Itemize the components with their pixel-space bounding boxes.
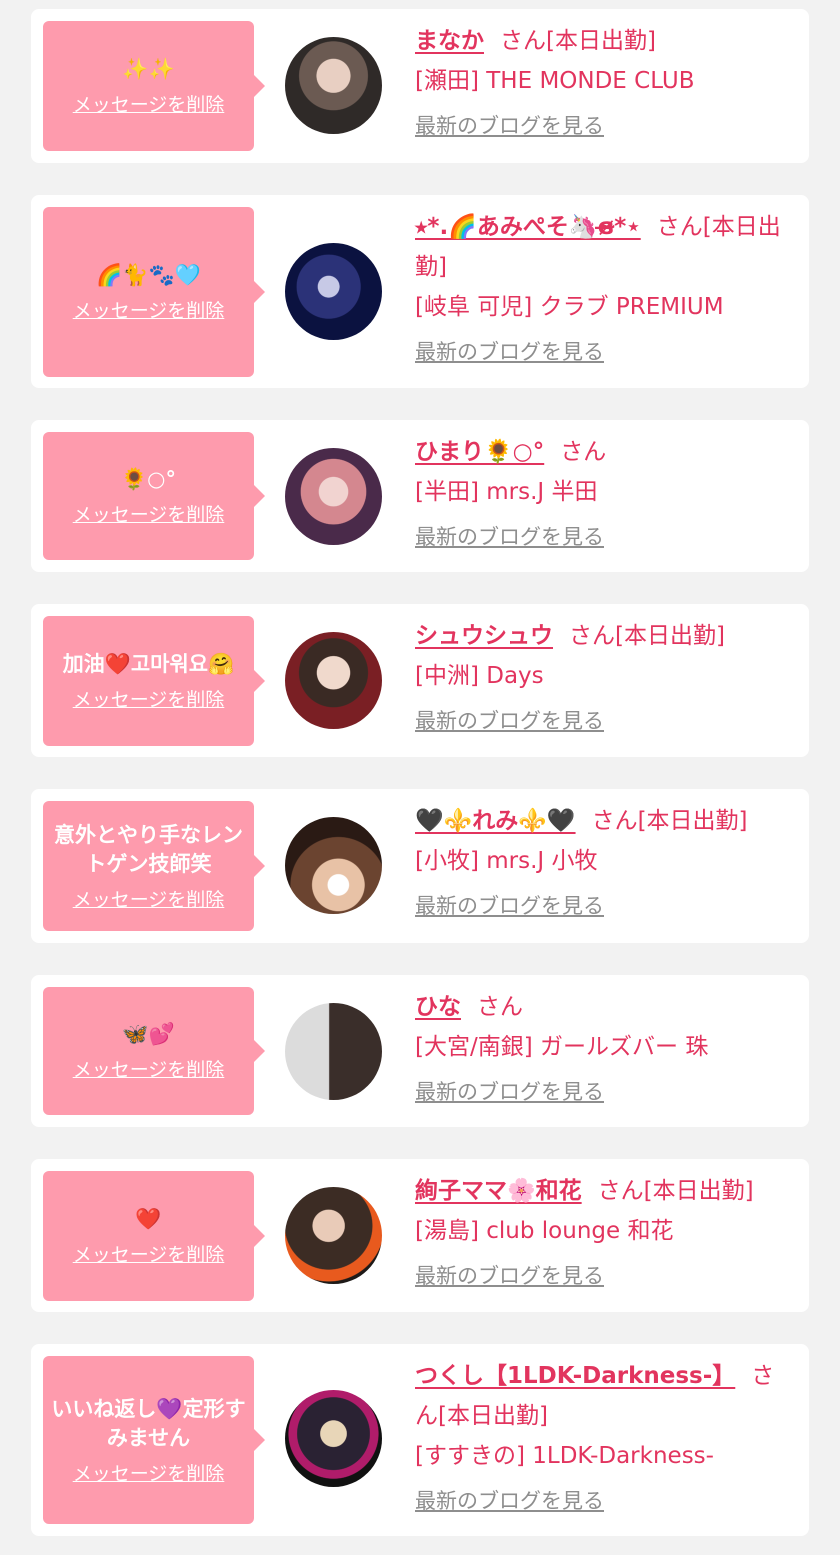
list-item: いいね返し💜定形すみません メッセージを削除 つくし【1LDK-Darkness… <box>31 1344 809 1536</box>
list-item: ❤️ メッセージを削除 絢子ママ🌸和花 さん[本日出勤] [湯島] club lo… <box>31 1159 809 1312</box>
latest-blog-link[interactable]: 最新のブログを見る <box>415 1259 604 1293</box>
delete-message-link[interactable]: メッセージを削除 <box>73 500 225 527</box>
message-text: いいね返し💜定形すみません <box>51 1396 246 1450</box>
latest-blog-link[interactable]: 最新のブログを見る <box>415 335 604 369</box>
status-badge: [本日出勤] <box>546 28 656 54</box>
delete-message-link[interactable]: メッセージを削除 <box>73 1055 225 1082</box>
latest-blog-link[interactable]: 最新のブログを見る <box>415 889 604 923</box>
status-badge: [本日出勤] <box>643 1178 754 1204</box>
honorific: さん <box>560 439 607 465</box>
shop-info: [中洲] Days <box>415 663 544 689</box>
honorific: さん <box>591 808 638 834</box>
cast-name-link[interactable]: ひまり🌻○° <box>415 439 544 465</box>
message-bubble: 意外とやり手なレントゲン技師笑 メッセージを削除 <box>43 801 265 931</box>
honorific: さん <box>569 623 615 649</box>
shop-info: [大宮/南銀] ガールズバー 珠 <box>415 1034 709 1060</box>
message-bubble: いいね返し💜定形すみません メッセージを削除 <box>43 1356 265 1524</box>
shop-info: [小牧] mrs.J 小牧 <box>415 848 598 874</box>
cast-name-link[interactable]: つくし【1LDK-Darkness-】 <box>415 1363 735 1389</box>
delete-message-link[interactable]: メッセージを削除 <box>73 885 225 912</box>
shop-info: [岐阜 可児] クラブ PREMIUM <box>415 294 724 320</box>
list-item: 意外とやり手なレントゲン技師笑 メッセージを削除 🖤⚜️れみ⚜️🖤 さん[本日出勤… <box>31 789 809 943</box>
avatar[interactable] <box>285 632 382 729</box>
cast-name-link[interactable]: 🖤⚜️れみ⚜️🖤 <box>415 808 576 834</box>
shop-info: [すすきの] 1LDK-Darkness- <box>415 1443 714 1469</box>
list-item: 加油❤️고마워요🤗 メッセージを削除 シュウシュウ さん[本日出勤] [中洲] D… <box>31 604 809 757</box>
message-text: 🌈🐈🐾🩵 <box>96 263 201 287</box>
message-text: ❤️ <box>135 1207 162 1231</box>
delete-message-link[interactable]: メッセージを削除 <box>73 90 225 117</box>
avatar[interactable] <box>285 37 382 134</box>
latest-blog-link[interactable]: 最新のブログを見る <box>415 1075 604 1109</box>
message-bubble: ❤️ メッセージを削除 <box>43 1171 265 1301</box>
delete-message-link[interactable]: メッセージを削除 <box>73 1459 225 1486</box>
message-text: 意外とやり手なレントゲン技師笑 <box>54 822 243 876</box>
cast-name-link[interactable]: ⭑*.🌈あみぺそ🦄ɞ̴̶̷*⋆ <box>415 214 641 240</box>
avatar[interactable] <box>285 1003 382 1100</box>
honorific: さん <box>656 214 703 240</box>
list-item: 🌻○° メッセージを削除 ひまり🌻○° さん [半田] mrs.J 半田 最新のブ… <box>31 420 809 572</box>
latest-blog-link[interactable]: 最新のブログを見る <box>415 520 604 554</box>
message-bubble: ✨✨ メッセージを削除 <box>43 21 265 151</box>
latest-blog-link[interactable]: 最新のブログを見る <box>415 1484 604 1518</box>
message-bubble: 🦋💕 メッセージを削除 <box>43 987 265 1115</box>
message-text: 🦋💕 <box>122 1022 175 1046</box>
shop-info: [半田] mrs.J 半田 <box>415 479 598 505</box>
message-text: 🌻○° <box>121 467 176 491</box>
list-item: ✨✨ メッセージを削除 まなか さん[本日出勤] [瀬田] THE MONDE C… <box>31 9 809 163</box>
message-text: ✨✨ <box>122 57 175 81</box>
status-badge: [本日出勤] <box>637 808 748 834</box>
avatar[interactable] <box>285 1187 382 1284</box>
cast-name-link[interactable]: 絢子ママ🌸和花 <box>415 1178 582 1204</box>
latest-blog-link[interactable]: 最新のブログを見る <box>415 109 604 143</box>
message-text: 加油❤️고마워요🤗 <box>62 652 235 676</box>
list-item: 🌈🐈🐾🩵 メッセージを削除 ⭑*.🌈あみぺそ🦄ɞ̴̶̷*⋆ さん[本日出勤] [岐… <box>31 195 809 388</box>
avatar[interactable] <box>285 243 382 340</box>
message-bubble: 🌻○° メッセージを削除 <box>43 432 265 560</box>
delete-message-link[interactable]: メッセージを削除 <box>73 296 225 323</box>
avatar[interactable] <box>285 1390 382 1487</box>
shop-info: [瀬田] THE MONDE CLUB <box>415 68 695 94</box>
favorites-list: ✨✨ メッセージを削除 まなか さん[本日出勤] [瀬田] THE MONDE C… <box>0 0 840 1536</box>
message-bubble: 🌈🐈🐾🩵 メッセージを削除 <box>43 207 265 377</box>
status-badge: [本日出勤] <box>438 1403 548 1429</box>
delete-message-link[interactable]: メッセージを削除 <box>73 685 225 712</box>
cast-name-link[interactable]: ひな <box>415 994 461 1020</box>
list-item: 🦋💕 メッセージを削除 ひな さん [大宮/南銀] ガールズバー 珠 最新のブログ… <box>31 975 809 1127</box>
delete-message-link[interactable]: メッセージを削除 <box>73 1240 225 1267</box>
cast-name-link[interactable]: シュウシュウ <box>415 623 553 649</box>
avatar[interactable] <box>285 448 382 545</box>
shop-info: [湯島] club lounge 和花 <box>415 1218 674 1244</box>
honorific: さん <box>597 1178 644 1204</box>
honorific: さん <box>500 28 546 54</box>
avatar[interactable] <box>285 817 382 914</box>
status-badge: [本日出勤] <box>615 623 725 649</box>
honorific: さん <box>477 994 523 1020</box>
cast-name-link[interactable]: まなか <box>415 28 484 54</box>
message-bubble: 加油❤️고마워요🤗 メッセージを削除 <box>43 616 265 746</box>
latest-blog-link[interactable]: 最新のブログを見る <box>415 704 604 738</box>
